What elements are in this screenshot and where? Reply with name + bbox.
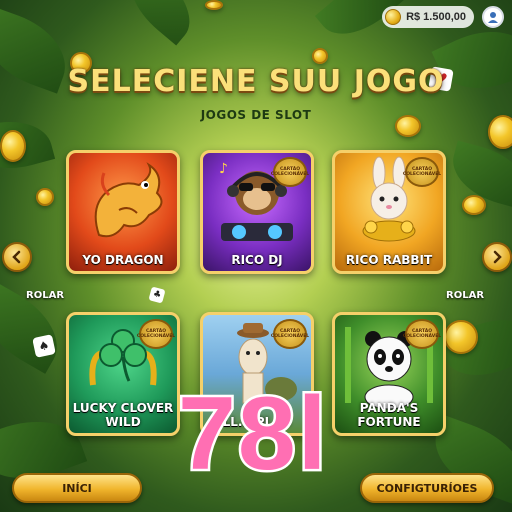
gold-coin-decoration bbox=[444, 320, 478, 354]
game-card-label: YO DRAGON bbox=[82, 253, 164, 267]
top-bar: R$ 1.500,00 bbox=[382, 6, 504, 28]
game-card-lucky-clover-wild[interactable]: CARTÃO COLECIONÁVEL LUCKY CLOVER WILD bbox=[66, 312, 180, 436]
collectible-card-badge: CARTÃO COLECIONÁVEL bbox=[137, 319, 175, 349]
game-card-rico-rabbit[interactable]: CARTÃO COLECIONÁVEL RICO RABBIT bbox=[332, 150, 446, 274]
user-avatar-icon bbox=[488, 12, 498, 23]
scroll-left-label: ROLAR bbox=[26, 290, 65, 301]
game-card-pandas-fortune[interactable]: CARTÃO COLECIONÁVEL PANDA'S FORTUNE bbox=[332, 312, 446, 436]
chevron-left-icon bbox=[12, 250, 21, 264]
collectible-card-badge: CARTÃO COLECIONÁVEL bbox=[403, 157, 441, 187]
chevron-right-icon bbox=[493, 250, 502, 264]
gold-coin-decoration bbox=[462, 195, 486, 215]
overlay-number: 78l bbox=[176, 376, 330, 492]
page-title: SELECIENE SUU JOGO bbox=[67, 64, 445, 99]
page-subtitle: JOGOS DE SLOT bbox=[200, 108, 312, 122]
gold-coin-decoration bbox=[36, 188, 54, 206]
dragon-icon bbox=[94, 162, 163, 238]
balance-display: R$ 1.500,00 bbox=[382, 6, 474, 28]
scroll-right-label: ROLAR bbox=[446, 290, 485, 301]
scroll-left-button[interactable] bbox=[2, 242, 32, 272]
scroll-right-button[interactable] bbox=[482, 242, 512, 272]
jungle-leaf bbox=[114, 0, 206, 46]
game-card-label: LUCKY CLOVER WILD bbox=[72, 401, 174, 429]
collectible-card-badge: CARTÃO COLECIONÁVEL bbox=[403, 319, 441, 349]
start-button[interactable]: INÍCI bbox=[12, 473, 142, 503]
coin-icon bbox=[385, 9, 402, 25]
gold-coin-decoration bbox=[0, 130, 26, 162]
card-suit-decoration: ♠ bbox=[32, 334, 56, 358]
gold-coin-decoration bbox=[312, 48, 328, 64]
collectible-card-badge: CARTÃO COLECIONÁVEL bbox=[271, 319, 309, 349]
game-card-label: RICO DJ bbox=[231, 253, 283, 267]
settings-button[interactable]: CONFIGTURÍOES bbox=[360, 473, 494, 503]
user-avatar-button[interactable] bbox=[482, 6, 504, 28]
game-card-yo-dragon[interactable]: YO DRAGON bbox=[66, 150, 180, 274]
game-card-rico-dj[interactable]: ♪ CARTÃO COLECIONÁVEL RICO DJ bbox=[200, 150, 314, 274]
collectible-card-badge: CARTÃO COLECIONÁVEL bbox=[271, 157, 309, 187]
gold-coin-decoration bbox=[205, 0, 223, 10]
svg-text:♪: ♪ bbox=[219, 161, 228, 177]
game-card-label: RICO RABBIT bbox=[345, 253, 433, 267]
card-suit-decoration: ♣ bbox=[148, 286, 166, 304]
game-card-label: PANDA'S FORTUNE bbox=[357, 401, 421, 429]
balance-amount: R$ 1.500,00 bbox=[406, 11, 466, 23]
